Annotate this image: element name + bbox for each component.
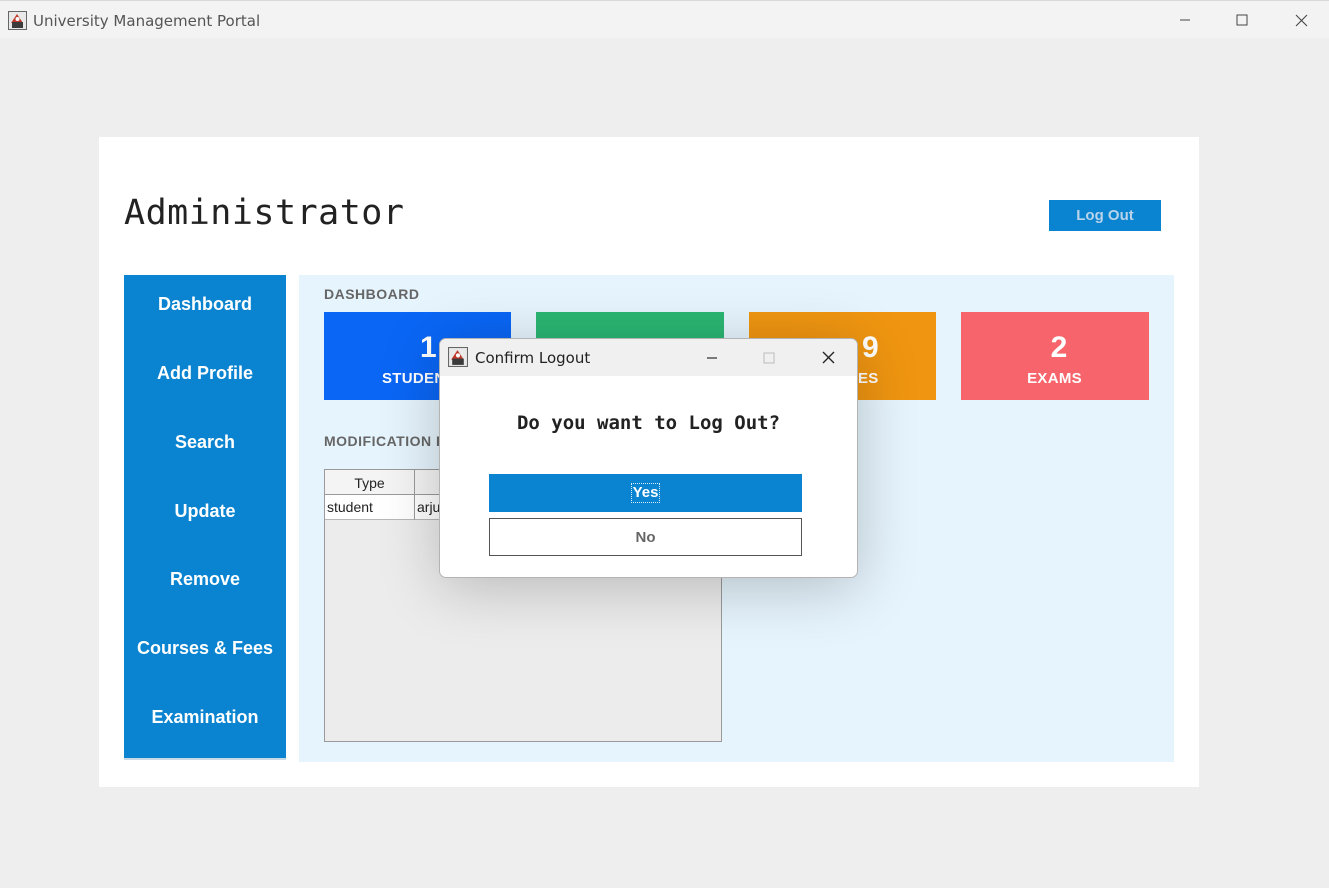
modification-section-label: MODIFICATION R — [324, 433, 447, 449]
maximize-icon[interactable] — [1219, 7, 1265, 33]
table-cell[interactable]: student — [325, 495, 415, 520]
stat-label: ES — [858, 370, 879, 387]
yes-button-label: Yes — [630, 483, 661, 503]
confirm-logout-dialog: Confirm Logout Do you want to Log Out? Y… — [439, 338, 858, 578]
table-header-type[interactable]: Type — [325, 470, 415, 495]
sidebar-item-courses-fees[interactable]: Courses & Fees — [124, 638, 286, 659]
minimize-icon[interactable] — [1162, 7, 1208, 33]
window-titlebar: University Management Portal — [0, 0, 1329, 38]
sidebar-item-add-profile[interactable]: Add Profile — [124, 363, 286, 384]
stat-card-exams: 2 EXAMS — [961, 312, 1149, 400]
minimize-icon[interactable] — [692, 345, 732, 370]
stat-value: 2 — [1050, 331, 1068, 364]
java-app-icon — [8, 11, 27, 30]
sidebar-item-search[interactable]: Search — [124, 432, 286, 453]
sidebar: Dashboard Add Profile Search Update Remo… — [124, 275, 286, 760]
window-title: University Management Portal — [33, 12, 261, 30]
page-title: Administrator — [124, 193, 405, 233]
dashboard-section-label: DASHBOARD — [324, 286, 420, 302]
yes-button[interactable]: Yes — [489, 474, 802, 512]
stat-value: 9 — [862, 331, 879, 364]
sidebar-item-remove[interactable]: Remove — [124, 569, 286, 590]
dialog-title: Confirm Logout — [475, 349, 591, 367]
logout-button[interactable]: Log Out — [1049, 200, 1161, 231]
dialog-titlebar: Confirm Logout — [440, 339, 857, 376]
sidebar-item-examination[interactable]: Examination — [124, 707, 286, 728]
stat-label: EXAMS — [1027, 370, 1082, 387]
sidebar-item-update[interactable]: Update — [124, 501, 286, 522]
no-button[interactable]: No — [489, 518, 802, 556]
sidebar-item-dashboard[interactable]: Dashboard — [124, 294, 286, 315]
maximize-icon — [749, 345, 789, 370]
close-icon[interactable] — [808, 345, 848, 370]
close-icon[interactable] — [1278, 7, 1324, 33]
dialog-message: Do you want to Log Out? — [516, 412, 781, 434]
stat-label: STUDEN — [382, 370, 446, 387]
java-app-icon — [448, 347, 468, 367]
